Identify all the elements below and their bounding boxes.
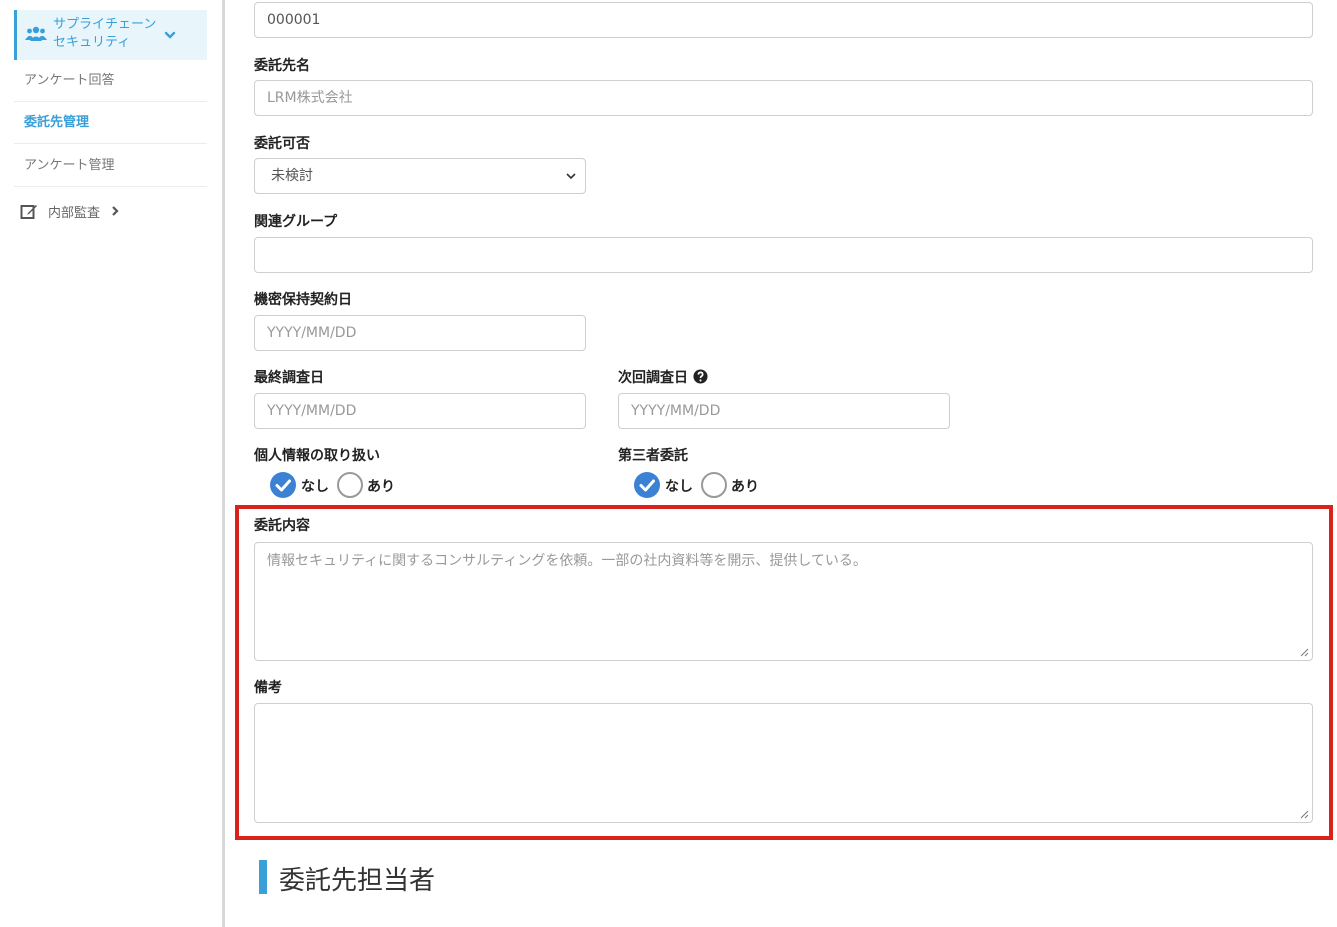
section-heading-title: 委託先担当者 xyxy=(279,866,436,896)
section-heading-accent-bar xyxy=(259,860,267,894)
related-group-label: 関連グループ xyxy=(254,214,338,230)
checkmark-icon xyxy=(639,479,655,492)
third-party-radio-none[interactable] xyxy=(634,472,660,498)
contractor-name-label: 委託先名 xyxy=(254,58,310,74)
chevron-right-icon xyxy=(112,206,119,216)
next-survey-label-group: 次回調査日 xyxy=(618,367,708,387)
sidebar-item-contractor-management[interactable]: 委託先管理 xyxy=(14,102,207,144)
sidebar-item-survey-management[interactable]: アンケート管理 xyxy=(14,145,207,187)
approval-select-value: 未検討 xyxy=(271,168,313,184)
related-group-input[interactable] xyxy=(254,237,1313,273)
personal-info-option-yes: あり xyxy=(367,479,395,495)
personal-info-radio-yes[interactable] xyxy=(337,472,363,498)
chevron-down-icon xyxy=(566,173,576,180)
edit-icon xyxy=(20,205,37,219)
third-party-option-yes: あり xyxy=(731,479,759,495)
sidebar-audit-label: 内部監査 xyxy=(48,206,101,221)
personal-info-option-none: なし xyxy=(301,479,329,495)
contractor-code-field[interactable]: 000001 xyxy=(254,2,1313,38)
sidebar-divider xyxy=(222,0,225,927)
third-party-label: 第三者委託 xyxy=(618,448,688,464)
users-icon xyxy=(25,26,47,41)
personal-info-radio-none[interactable] xyxy=(270,472,296,498)
nda-date-label: 機密保持契約日 xyxy=(254,292,352,308)
chevron-down-icon xyxy=(164,31,176,39)
last-survey-input[interactable]: YYYY/MM/DD xyxy=(254,393,586,429)
third-party-radio-group: なし あり xyxy=(634,472,774,502)
approval-select[interactable]: 未検討 xyxy=(254,158,586,194)
approval-label: 委託可否 xyxy=(254,136,310,152)
third-party-radio-yes[interactable] xyxy=(701,472,727,498)
sidebar: サプライチェーン セキュリティ アンケート回答 委託先管理 アンケート管理 内部… xyxy=(0,0,222,927)
question-circle-icon[interactable] xyxy=(693,369,708,384)
checkmark-icon xyxy=(275,479,291,492)
contractor-name-input[interactable]: LRM株式会社 xyxy=(254,80,1313,116)
sidebar-item-survey-answer[interactable]: アンケート回答 xyxy=(14,60,207,102)
sidebar-group-supply-chain[interactable]: サプライチェーン セキュリティ xyxy=(14,10,207,60)
next-survey-input[interactable]: YYYY/MM/DD xyxy=(618,393,950,429)
next-survey-label: 次回調査日 xyxy=(618,370,688,386)
personal-info-radio-group: なし あり xyxy=(270,472,410,502)
nda-date-input[interactable]: YYYY/MM/DD xyxy=(254,315,586,351)
sidebar-group-label: サプライチェーン セキュリティ xyxy=(53,17,157,50)
personal-info-label: 個人情報の取り扱い xyxy=(254,448,380,464)
third-party-option-none: なし xyxy=(665,479,693,495)
highlight-annotation-box xyxy=(235,505,1333,840)
last-survey-label: 最終調査日 xyxy=(254,370,324,386)
